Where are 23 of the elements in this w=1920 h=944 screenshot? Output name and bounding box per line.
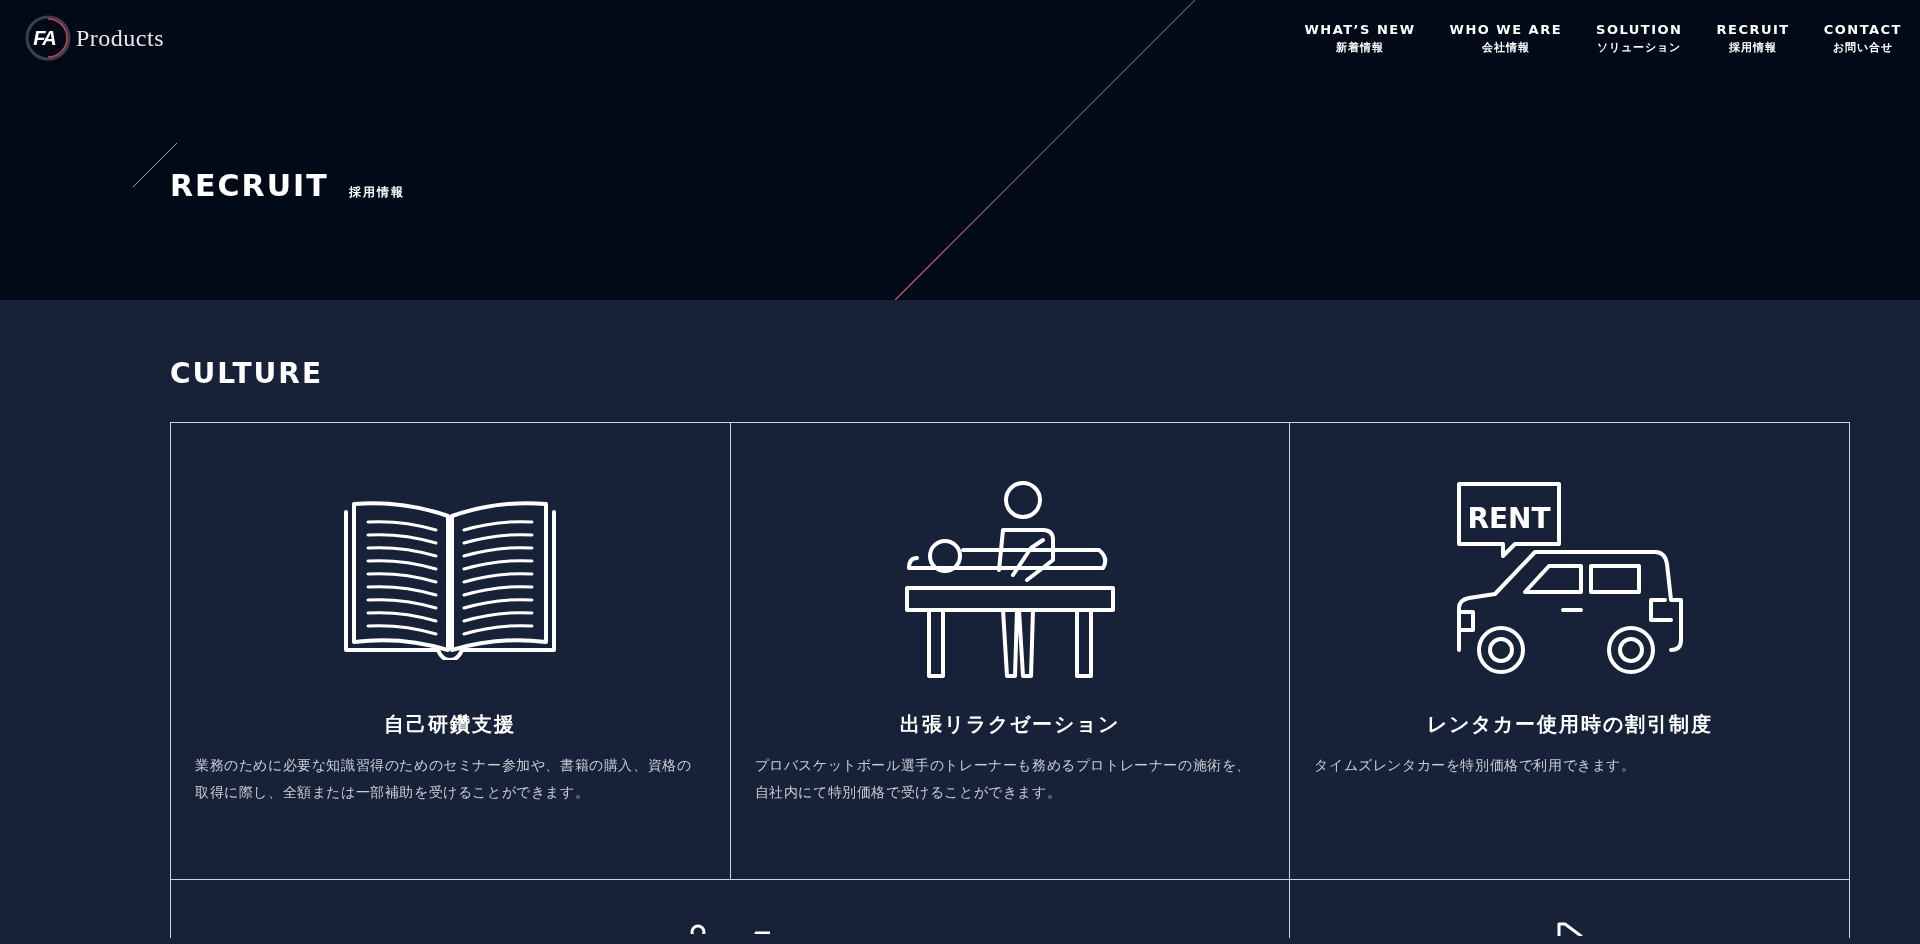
nav-link[interactable]: SOLUTION ソリューション	[1596, 22, 1683, 55]
logo-mark[interactable]: FA	[18, 14, 70, 62]
nav-link[interactable]: WHAT’S NEW 新着情報	[1304, 22, 1416, 55]
rent-sign-text: RENT	[1467, 502, 1551, 535]
page-subtitle: 採用情報	[348, 184, 405, 201]
open-book-icon	[342, 500, 559, 660]
card-title: 自己研鑽支援	[384, 711, 517, 738]
card-text: 業務のために必要な知識習得のためのセミナー参加や、書籍の購入、資格の取得に際し、全額または一部補助を受けることができます。	[195, 756, 693, 802]
logo-text[interactable]: Products	[76, 24, 164, 52]
speech-bubble-icon	[1456, 482, 1561, 558]
section-heading: CULTURE	[170, 357, 324, 390]
massage-therapist-icon	[903, 480, 1117, 680]
card-title: 出張リラクゼーション	[900, 711, 1120, 738]
logo-letters: FA	[33, 26, 55, 50]
nav-link[interactable]: RECRUIT 採用情報	[1716, 22, 1790, 55]
card-text: プロバスケットボール選手のトレーナーも務めるプロトレーナーの施術を、自社内にて特別価格で受けることができます。	[754, 756, 1253, 802]
page-title: RECRUIT	[170, 168, 329, 203]
car-icon	[1456, 550, 1683, 674]
nav-link[interactable]: WHO WE ARE 会社情報	[1449, 22, 1563, 55]
card-title: レンタカー使用時の割引制度	[1426, 711, 1713, 738]
ring-icon	[24, 14, 72, 62]
card-text: タイムズレンタカーを特別価格で利用できます。	[1314, 756, 1637, 775]
nav-link[interactable]: CONTACT お問い合せ	[1823, 22, 1902, 55]
